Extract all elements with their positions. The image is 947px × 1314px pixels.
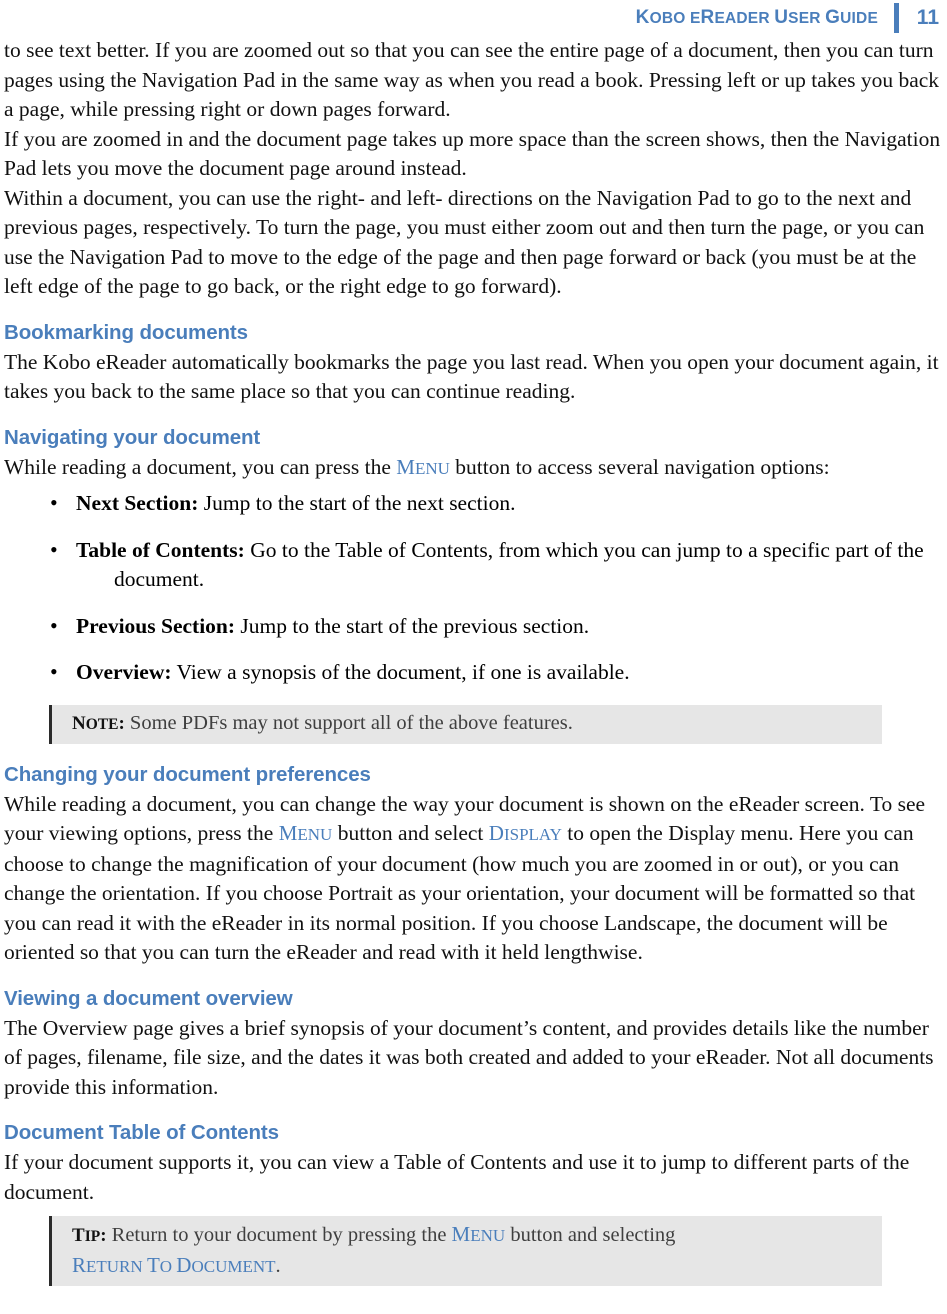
return-label-rest: ETURN (86, 1257, 143, 1276)
display-label-rest: ISPLAY (503, 825, 562, 844)
heading-changing-document-preferences: Changing your document preferences (4, 762, 371, 786)
list-item: Table of Contents: Go to the Table of Co… (4, 535, 943, 595)
display-menu-label: DISPLAY (489, 821, 562, 845)
menu-label-initial: M (396, 454, 415, 479)
paragraph-within-document: Within a document, you can use the right… (4, 185, 925, 299)
header-title-word-4-rest: UIDE (840, 10, 878, 27)
list-item: Previous Section: Jump to the start of t… (4, 611, 943, 642)
paragraph-zoomed-in: If you are zoomed in and the document pa… (4, 126, 941, 181)
header-title-word-2-rest-first: R (700, 7, 715, 28)
display-label-initial: D (488, 821, 504, 845)
note-tag-rest: OTE (85, 715, 119, 733)
tip-tag: TIP: (72, 1224, 107, 1246)
paragraph-preferences: While reading a document, you can change… (4, 790, 943, 968)
menu-label-initial: M (451, 1222, 471, 1246)
header-title-word-3-rest: SER (788, 10, 821, 27)
header-title: KOBO EREADER USER GUIDE (636, 7, 878, 29)
menu-button-label: MENU (451, 1222, 506, 1246)
return-label-initial: R (72, 1253, 87, 1277)
paragraph-toc: If your document supports it, you can vi… (4, 1150, 910, 1204)
page-number: 11 (916, 6, 939, 29)
tip-callout: TIP: Return to your document by pressing… (49, 1216, 882, 1286)
bullet-text-next-section: Jump to the start of the next section. (198, 491, 516, 515)
bullet-lead-next-section: Next Section: (76, 491, 199, 515)
note-text: Some PDFs may not support all of the abo… (124, 711, 573, 734)
to-label-initial: T (146, 1253, 160, 1277)
document-label-rest: OCUMENT (191, 1257, 276, 1276)
menu-label-rest: ENU (470, 1226, 506, 1245)
tip-tag-rest: IP (84, 1228, 101, 1245)
list-item: Overview: View a synopsis of the documen… (4, 657, 943, 688)
header-title-word-1-first: K (635, 7, 650, 28)
navigation-options-list: Next Section: Jump to the start of the n… (4, 488, 943, 688)
bullet-lead-table-of-contents: Table of Contents: (76, 537, 245, 562)
header-title-word-1-rest: OBO (649, 10, 686, 27)
header-divider-rule (894, 3, 899, 33)
header-title-word-2-rest: EADER (714, 10, 770, 27)
note-callout: NOTE: Some PDFs may not support all of t… (49, 704, 882, 744)
bullet-lead-previous-section: Previous Section: (76, 613, 236, 638)
menu-button-label: MENU (279, 821, 333, 845)
heading-bookmarking-documents: Bookmarking documents (4, 320, 248, 344)
paragraph-overview: The Overview page gives a brief synopsis… (4, 1015, 934, 1099)
tip-text-part-2: button and selecting (505, 1224, 676, 1246)
menu-label-rest: ENU (297, 825, 333, 844)
navigating-intro-text-before: While reading a document, you can press … (4, 454, 397, 479)
tip-text-part-1: Return to your document by pressing the (106, 1224, 452, 1246)
note-tag: NOTE: (72, 712, 125, 734)
heading-viewing-document-overview: Viewing a document overview (4, 986, 293, 1010)
preferences-text-part-2: button and select (332, 821, 489, 845)
menu-button-label: MENU (396, 455, 450, 479)
menu-label-rest: ENU (414, 458, 450, 478)
bullet-text-overview: View a synopsis of the document, if one … (171, 660, 630, 684)
header-title-word-4-first: G (825, 7, 841, 28)
bullet-lead-overview: Overview: (76, 660, 172, 684)
tip-text-part-3: . (275, 1255, 281, 1277)
header-title-word-3-first: U (774, 7, 789, 28)
page-content: to see text better. If you are zoomed ou… (0, 36, 947, 1286)
note-tag-initial: N (72, 712, 86, 734)
bullet-text-previous-section: Jump to the start of the previous sectio… (235, 613, 590, 638)
running-header: KOBO EREADER USER GUIDE 11 (0, 0, 947, 36)
paragraph-zoom-navigation: to see text better. If you are zoomed ou… (4, 38, 940, 121)
document-label-initial: D (176, 1253, 192, 1277)
return-to-document-label: RETURN TO DOCUMENT (72, 1253, 276, 1277)
paragraph-navigating-intro: While reading a document, you can press … (4, 453, 943, 484)
menu-label-initial: M (278, 821, 298, 845)
paragraph-bookmarking: The Kobo eReader automatically bookmarks… (4, 349, 939, 404)
tip-tag-initial: T (72, 1225, 85, 1246)
heading-document-table-of-contents: Document Table of Contents (4, 1121, 279, 1144)
document-page: KOBO EREADER USER GUIDE 11 to see text b… (0, 0, 947, 1314)
list-item: Next Section: Jump to the start of the n… (4, 488, 943, 519)
heading-navigating-your-document: Navigating your document (4, 425, 261, 449)
header-title-word-2-first: E (690, 10, 701, 27)
to-label-rest: O (159, 1257, 173, 1276)
navigating-intro-text-after: button to access several navigation opti… (449, 454, 830, 479)
